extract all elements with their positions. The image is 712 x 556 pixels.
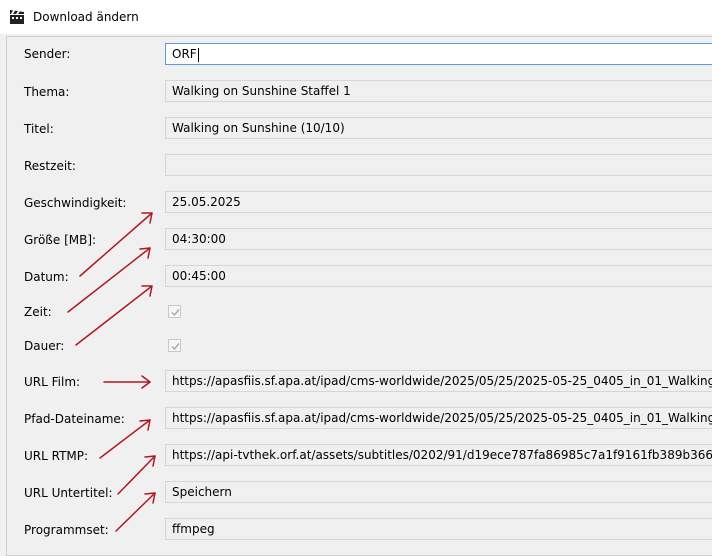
- label-groesse: Größe [MB]:: [24, 233, 97, 247]
- url-rtmp-field[interactable]: https://api-tvthek.orf.at/assets/subtitl…: [165, 444, 712, 466]
- form-panel: [6, 36, 712, 556]
- datum-field[interactable]: 00:45:00: [165, 265, 712, 287]
- programmset-field[interactable]: ffmpeg: [165, 518, 712, 540]
- label-pfad-dateiname: Pfad-Dateiname:: [24, 412, 125, 426]
- restzeit-field[interactable]: [165, 154, 712, 176]
- thema-field[interactable]: Walking on Sunshine Staffel 1: [165, 80, 712, 102]
- zeit-checkbox[interactable]: [168, 305, 181, 318]
- label-titel: Titel:: [24, 122, 54, 136]
- label-programmset: Programmset:: [24, 523, 109, 537]
- pfad-dateiname-field[interactable]: https://apasfiis.sf.apa.at/ipad/cms-worl…: [165, 407, 712, 429]
- geschwindigkeit-field[interactable]: 25.05.2025: [165, 191, 712, 213]
- checkmark-icon: [171, 343, 180, 351]
- label-zeit: Zeit:: [24, 305, 52, 319]
- label-geschwindigkeit: Geschwindigkeit:: [24, 196, 127, 210]
- checkmark-icon: [171, 309, 180, 317]
- url-untertitel-field[interactable]: Speichern: [165, 481, 712, 503]
- groesse-field[interactable]: 04:30:00: [165, 228, 712, 250]
- label-url-film: URL Film:: [24, 375, 81, 389]
- label-url-untertitel: URL Untertitel:: [24, 486, 113, 500]
- label-thema: Thema:: [24, 85, 70, 99]
- sender-field[interactable]: ORF: [165, 43, 712, 65]
- titel-field[interactable]: Walking on Sunshine (10/10): [165, 117, 712, 139]
- label-datum: Datum:: [24, 270, 69, 284]
- label-restzeit: Restzeit:: [24, 159, 76, 173]
- label-url-rtmp: URL RTMP:: [24, 449, 89, 463]
- window-title: Download ändern: [33, 10, 139, 24]
- clapperboard-icon: [10, 10, 24, 24]
- url-film-field[interactable]: https://apasfiis.sf.apa.at/ipad/cms-worl…: [165, 370, 712, 392]
- label-sender: Sender:: [24, 47, 71, 61]
- text-cursor: [197, 47, 199, 62]
- title-bar[interactable]: Download ändern: [0, 0, 712, 34]
- label-dauer: Dauer:: [24, 339, 65, 353]
- dauer-checkbox[interactable]: [168, 339, 181, 352]
